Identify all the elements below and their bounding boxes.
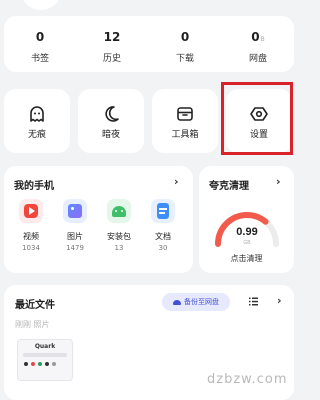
app-packages[interactable]: 安装包 13 xyxy=(99,199,139,252)
tile-toolbox[interactable]: 工具箱 xyxy=(152,89,218,153)
stat-label: 历史 xyxy=(102,54,121,64)
app-count: 1479 xyxy=(66,244,84,252)
stats-card: 0 书签 12 历史 0 下载 0B 网盘 xyxy=(4,16,294,72)
app-count: 30 xyxy=(158,244,168,252)
video-icon xyxy=(19,199,43,223)
stat-label: 网盘 xyxy=(248,54,267,64)
thumb-searchbar xyxy=(23,353,67,357)
quark-clean-card[interactable]: 夸克清理 › 0.99 GB 点击清理 xyxy=(199,166,294,273)
stat-bookmarks[interactable]: 0 书签 xyxy=(4,16,76,72)
tile-label: 工具箱 xyxy=(171,130,199,140)
tile-incognito[interactable]: 无痕 xyxy=(4,89,70,153)
app-count: 1034 xyxy=(22,244,40,252)
android-icon xyxy=(107,199,131,223)
stat-downloads[interactable]: 0 下载 xyxy=(149,16,221,72)
app-name: 文档 xyxy=(155,232,171,241)
backup-label: 备份至网盘 xyxy=(184,298,219,306)
tile-label: 无痕 xyxy=(27,130,46,140)
avatar[interactable] xyxy=(20,0,62,10)
thumb-dot xyxy=(38,362,42,366)
stat-history[interactable]: 12 历史 xyxy=(76,16,148,72)
tile-night-mode[interactable]: 暗夜 xyxy=(78,89,144,153)
my-phone-title: 我的手机 xyxy=(14,181,54,192)
app-images[interactable]: 图片 1479 xyxy=(55,199,95,252)
thumb-title: Quark xyxy=(34,343,56,350)
tile-label: 暗夜 xyxy=(101,130,120,140)
stat-value: 0B xyxy=(251,30,265,44)
storage-gauge: 0.99 GB xyxy=(215,212,279,247)
chevron-right-icon[interactable]: › xyxy=(277,294,282,307)
toolbox-icon xyxy=(177,107,193,121)
recent-title: 最近文件 xyxy=(15,300,55,311)
document-icon xyxy=(151,199,175,223)
stat-label: 下载 xyxy=(175,54,194,64)
app-count: 13 xyxy=(114,244,124,252)
chevron-right-icon[interactable]: › xyxy=(174,175,179,188)
recent-subtabs[interactable]: 刚刚 照片 xyxy=(15,319,50,330)
thumb-dot xyxy=(31,362,35,366)
chevron-right-icon[interactable]: › xyxy=(276,175,281,188)
recent-file-thumbnail[interactable]: Quark xyxy=(17,339,73,381)
app-videos[interactable]: 视频 1034 xyxy=(11,199,51,252)
clean-button[interactable]: 点击清理 xyxy=(199,253,294,264)
app-name: 视频 xyxy=(23,232,39,241)
image-icon xyxy=(63,199,87,223)
cloud-upload-icon xyxy=(173,299,181,305)
clean-value: 0.99 xyxy=(236,226,257,238)
clean-unit: GB xyxy=(243,240,251,246)
stat-value: 12 xyxy=(103,30,121,44)
app-name: 图片 xyxy=(67,232,83,241)
stat-label: 书签 xyxy=(30,54,49,64)
thumb-dot xyxy=(24,362,28,366)
list-view-icon[interactable] xyxy=(249,297,258,306)
app-name: 安装包 xyxy=(107,232,131,241)
stat-unit: B xyxy=(260,36,265,43)
ghost-icon xyxy=(30,106,44,122)
clean-title: 夸克清理 xyxy=(209,181,249,192)
stat-cloud-drive[interactable]: 0B 网盘 xyxy=(222,16,294,72)
moon-icon xyxy=(105,106,119,122)
my-phone-card[interactable]: 我的手机 › 视频 1034 图片 1479 安装包 13 文档 30 xyxy=(4,166,193,273)
thumb-dot xyxy=(45,362,49,366)
watermark: dzbzw.com xyxy=(207,372,288,387)
backup-to-cloud-button[interactable]: 备份至网盘 xyxy=(162,293,230,311)
thumb-dot xyxy=(52,362,56,366)
app-documents[interactable]: 文档 30 xyxy=(143,199,183,252)
stat-value: 0 xyxy=(180,30,190,44)
stat-value: 0 xyxy=(35,30,45,44)
settings-highlight-box xyxy=(221,82,293,155)
